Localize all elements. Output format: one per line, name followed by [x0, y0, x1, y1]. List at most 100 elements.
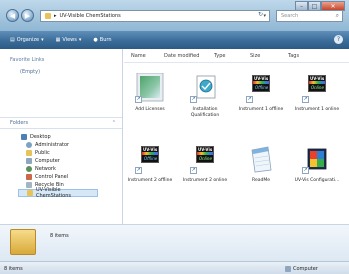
- badge-bottom: Offline: [144, 156, 158, 161]
- tree-item-label: Desktop: [30, 134, 51, 140]
- column-headers: Name Date modified Type Size Tags: [124, 49, 349, 63]
- tree-item-label: Network: [35, 166, 56, 172]
- chevron-down-icon: ▾: [41, 37, 44, 43]
- add-licenses-icon: ↗: [135, 72, 165, 103]
- tree-item-administrator[interactable]: Administrator: [18, 141, 122, 149]
- tree-item-label: UV-Visible ChemStations: [36, 187, 71, 199]
- column-header-size[interactable]: Size: [250, 53, 260, 59]
- views-icon: ▦: [55, 37, 61, 43]
- organize-label: Organize: [16, 37, 40, 43]
- column-header-type[interactable]: Type: [214, 53, 225, 59]
- file-label: UV-Vis Configurati...: [294, 178, 340, 183]
- burn-button[interactable]: ● Burn: [93, 37, 111, 43]
- file-label: Add Licenses: [135, 107, 165, 112]
- notepad-icon: [246, 144, 276, 174]
- shortcut-arrow-icon: ↗: [302, 96, 309, 103]
- breadcrumb-current[interactable]: UV-Visible ChemStations: [60, 13, 121, 19]
- views-button[interactable]: ▦ Views ▾: [56, 37, 82, 43]
- file-installation-qualification[interactable]: ↗ Installation Qualification: [180, 73, 230, 129]
- tree-item-label: Control Panel: [35, 174, 69, 180]
- tree-item-label: Administrator: [35, 142, 70, 148]
- file-readme[interactable]: ReadMe: [236, 144, 286, 200]
- breadcrumb-separator: ▸: [54, 13, 57, 19]
- file-instrument-2-online[interactable]: UV-Vis Online ↗ Instrument 2 online: [180, 144, 230, 200]
- details-item-count: 8 items: [50, 233, 69, 239]
- shortcut-arrow-icon: ↗: [302, 167, 309, 174]
- recycle-bin-icon: [26, 182, 32, 188]
- organize-button[interactable]: ▤ Organize ▾: [10, 37, 44, 43]
- network-icon: [26, 166, 32, 172]
- status-location: Computer: [285, 266, 318, 272]
- refresh-icon[interactable]: ↻: [258, 11, 263, 18]
- folder-tree: Desktop Administrator Public Computer Ne…: [18, 133, 122, 199]
- tree-item-label: Computer: [35, 158, 60, 164]
- search-placeholder: Search: [281, 13, 299, 19]
- folder-icon: [26, 150, 32, 156]
- file-label: Instrument 1 online: [294, 107, 340, 112]
- tree-item-uv-visible-chemstations[interactable]: UV-Visible ChemStations: [18, 187, 98, 199]
- chevron-up-icon: ⌃: [111, 120, 116, 126]
- favorite-links-heading: Favorite Links: [10, 57, 45, 63]
- column-header-name[interactable]: Name: [131, 53, 146, 59]
- file-label: Instrument 2 offline: [127, 178, 173, 183]
- shortcut-arrow-icon: ↗: [135, 96, 142, 103]
- chevron-down-icon: ▾: [78, 37, 82, 43]
- search-icon[interactable]: ⌕: [336, 12, 339, 20]
- search-input[interactable]: Search ⌕: [276, 10, 343, 22]
- uv-vis-offline-icon: UV-Vis Offline ↗: [246, 73, 276, 103]
- shortcut-arrow-icon: ↗: [190, 96, 197, 103]
- badge-bottom: Online: [199, 156, 212, 161]
- folders-toggle[interactable]: Folders ⌃: [0, 117, 122, 129]
- organize-icon: ▤: [10, 37, 15, 43]
- file-instrument-2-offline[interactable]: UV-Vis Offline ↗ Instrument 2 offline: [125, 144, 175, 200]
- tree-item-computer[interactable]: Computer: [18, 157, 122, 165]
- tree-item-control-panel[interactable]: Control Panel: [18, 173, 122, 181]
- shortcut-arrow-icon: ↗: [135, 167, 142, 174]
- uv-vis-online-icon: UV-Vis Online ↗: [190, 144, 220, 174]
- burn-label: Burn: [99, 37, 112, 43]
- file-label: Instrument 2 online: [182, 178, 228, 183]
- title-bar: – □ ✕ ◀ ▶ ▸ UV-Visible ChemStations ▾ ↻ …: [0, 0, 349, 31]
- tree-item-network[interactable]: Network: [18, 165, 122, 173]
- control-panel-icon: [26, 174, 32, 180]
- badge-bottom: Offline: [255, 85, 269, 90]
- desktop-icon: [21, 134, 27, 140]
- computer-icon: [26, 158, 32, 164]
- help-icon[interactable]: ?: [334, 35, 343, 44]
- status-bar: 8 items Computer: [0, 261, 349, 274]
- burn-icon: ●: [93, 37, 98, 43]
- uv-vis-configuration-icon: ↗: [302, 144, 332, 174]
- forward-button[interactable]: ▶: [21, 9, 34, 22]
- folder-icon: [27, 190, 33, 196]
- folders-label: Folders: [10, 120, 29, 126]
- folder-icon: [10, 229, 36, 255]
- tree-item-desktop[interactable]: Desktop: [18, 133, 122, 141]
- file-uv-vis-configuration[interactable]: ↗ UV-Vis Configurati...: [292, 144, 342, 200]
- file-label: ReadMe: [252, 178, 270, 183]
- chevron-down-icon[interactable]: ▾: [263, 13, 266, 19]
- file-list: Name Date modified Type Size Tags ↗ Add …: [124, 49, 349, 224]
- shortcut-arrow-icon: ↗: [246, 96, 253, 103]
- column-header-date-modified[interactable]: Date modified: [164, 53, 199, 59]
- folder-icon: [45, 13, 51, 19]
- tree-item-public[interactable]: Public: [18, 149, 122, 157]
- uv-vis-online-icon: UV-Vis Online ↗: [302, 73, 332, 103]
- user-folder-icon: [26, 142, 32, 148]
- file-add-licenses[interactable]: ↗ Add Licenses: [125, 72, 175, 129]
- installation-qualification-icon: ↗: [190, 73, 220, 103]
- badge-bottom: Online: [311, 85, 324, 90]
- status-location-label: Computer: [293, 266, 318, 272]
- favorite-links-empty: (Empty): [20, 69, 41, 75]
- file-instrument-1-offline[interactable]: UV-Vis Offline ↗ Instrument 1 offline: [236, 73, 286, 129]
- file-label: Installation Qualification: [190, 107, 220, 118]
- file-instrument-1-online[interactable]: UV-Vis Online ↗ Instrument 1 online: [292, 73, 342, 129]
- explorer-window: – □ ✕ ◀ ▶ ▸ UV-Visible ChemStations ▾ ↻ …: [0, 0, 349, 274]
- computer-icon: [285, 266, 291, 272]
- details-pane: 8 items: [0, 224, 349, 261]
- column-header-tags[interactable]: Tags: [288, 53, 299, 59]
- address-bar[interactable]: ▸ UV-Visible ChemStations ▾: [40, 10, 270, 22]
- command-bar: ▤ Organize ▾ ▦ Views ▾ ● Burn ?: [0, 31, 349, 49]
- back-button[interactable]: ◀: [6, 9, 19, 22]
- shortcut-arrow-icon: ↗: [190, 167, 197, 174]
- views-label: Views: [62, 37, 77, 43]
